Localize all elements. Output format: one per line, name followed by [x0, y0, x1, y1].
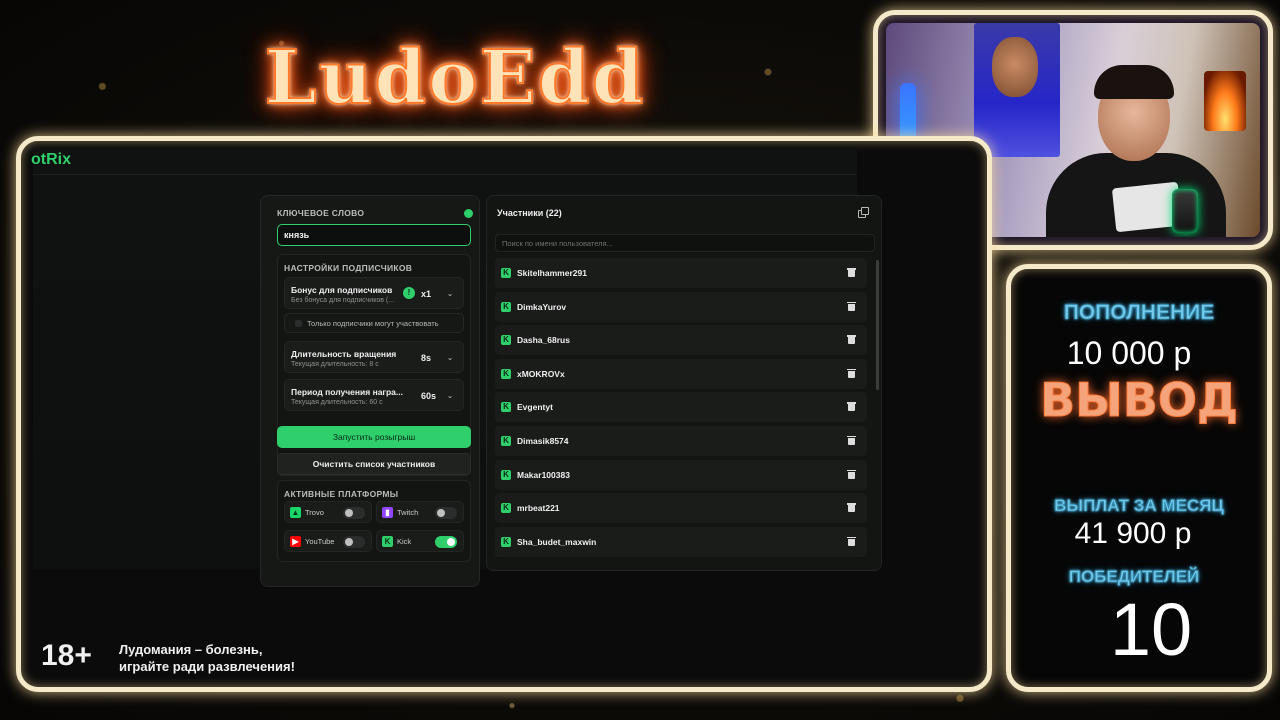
chevron-down-icon: ⌄ [447, 291, 453, 298]
start-giveaway-button[interactable]: Запустить розыгрыш [277, 426, 471, 448]
platform-kick: K Kick [376, 530, 464, 552]
keyword-input[interactable] [277, 224, 471, 246]
participant-row[interactable]: K Dasha_68rus [495, 325, 867, 356]
youtube-toggle[interactable] [343, 536, 365, 548]
trash-icon[interactable] [847, 469, 856, 479]
app-brand[interactable]: otRix [31, 151, 71, 169]
winners-label: ПОБЕДИТЕЛЕЙ [1068, 567, 1200, 587]
participant-row[interactable]: K Makar100383 [495, 459, 867, 490]
kick-icon: K [501, 503, 511, 514]
active-platforms: АКТИВНЫЕ ПЛАТФОРМЫ ▲ Trovo ▮ Twitch ▶ Yo… [277, 480, 471, 562]
kick-icon: K [501, 368, 511, 379]
subs-only-checkbox[interactable] [295, 320, 302, 327]
participant-name: xMOKROVx [517, 368, 565, 379]
participant-search-input[interactable] [495, 234, 875, 252]
kick-icon: K [501, 268, 511, 278]
participant-name: Skitelhammer291 [517, 268, 587, 278]
channel-logo: LudoEdd [264, 34, 646, 122]
participant-row[interactable]: K DimkaYurov [495, 291, 867, 322]
participant-name: Sha_budet_maxwin [517, 536, 597, 547]
trash-icon[interactable] [847, 368, 856, 378]
participant-name: Makar100383 [517, 469, 570, 480]
clear-participants-button[interactable]: Очистить список участников [277, 453, 471, 475]
info-icon[interactable] [464, 208, 473, 218]
keyword-label: КЛЮЧЕВОЕ СЛОВО [277, 208, 365, 218]
participant-name: Dasha_68rus [517, 335, 570, 346]
kick-icon: K [382, 536, 393, 547]
gambling-warning: Лудомания – болезнь, играйте ради развле… [119, 642, 295, 674]
kick-icon: K [501, 301, 511, 312]
participant-name: Evgentyt [517, 402, 553, 413]
trash-icon[interactable] [847, 536, 856, 546]
participant-row[interactable]: Kmrbeat221 [495, 493, 867, 524]
trash-icon[interactable] [847, 301, 856, 311]
participant-row[interactable]: K Dimasik8574 [495, 425, 867, 456]
subscriber-settings-title: НАСТРОЙКИ ПОДПИСЧИКОВ [284, 263, 413, 273]
bonus-row: Бонус для подписчиков Без бонуса для под… [284, 277, 464, 309]
participants-panel: Участники (22) K Skitelhammer291 K DimkaYur… [486, 195, 882, 571]
settings-panel: КЛЮЧЕВОЕ СЛОВО НАСТРОЙКИ ПОДПИСЧИКОВ Бон… [260, 195, 480, 587]
info-icon[interactable]: ! [403, 287, 415, 299]
app-topbar: otRix [31, 149, 857, 175]
trash-icon[interactable] [847, 435, 856, 445]
youtube-icon: ▶ [290, 536, 301, 547]
participant-list: K Skitelhammer291 K DimkaYurov K Dasha_68rus K… [495, 258, 867, 560]
microphone [1172, 189, 1198, 233]
participant-row[interactable]: K Skitelhammer291 [495, 258, 867, 288]
streamer [1036, 65, 1236, 237]
participant-row[interactable]: KxMOKROVx [495, 358, 867, 389]
kick-icon: K [501, 335, 511, 346]
scrollbar[interactable] [876, 260, 879, 390]
participant-name: Dimasik8574 [517, 435, 569, 446]
payouts-value: 41 900 р [1074, 517, 1192, 550]
trash-icon[interactable] [847, 268, 856, 277]
age-badge: 18+ [41, 639, 92, 672]
twitch-icon: ▮ [382, 507, 393, 518]
kick-toggle[interactable] [435, 536, 457, 548]
participants-title: Участники (22) [497, 208, 562, 218]
deposit-label: ПОПОЛНЕНИЕ [1063, 301, 1215, 325]
platforms-title: АКТИВНЫЕ ПЛАТФОРМЫ [284, 489, 399, 499]
kick-icon: K [501, 536, 511, 547]
kick-icon: K [501, 435, 511, 446]
kick-icon: K [501, 402, 511, 413]
platform-twitch: ▮ Twitch [376, 501, 464, 523]
participant-name: mrbeat221 [517, 503, 560, 514]
trash-icon[interactable] [847, 402, 856, 412]
trash-icon[interactable] [847, 335, 856, 345]
payouts-label: ВЫПЛАТ ЗА МЕСЯЦ [1054, 496, 1224, 516]
giveaway-app: otRix КЛЮЧЕВОЕ СЛОВО НАСТРОЙКИ ПОДПИСЧИК… [31, 149, 882, 587]
trovo-icon: ▲ [290, 507, 301, 518]
twitch-toggle[interactable] [435, 507, 457, 519]
platform-trovo: ▲ Trovo [284, 501, 372, 523]
kick-icon: K [501, 469, 511, 480]
platform-youtube: ▶ YouTube [284, 530, 372, 552]
spin-duration-row: Длительность вращения Текущая длительнос… [284, 341, 464, 373]
winners-value: 10 [1109, 588, 1193, 671]
chevron-down-icon: ⌄ [447, 355, 453, 362]
deposit-value: 10 000 р [1066, 335, 1192, 371]
stats-panel: ПОПОЛНЕНИЕ 10 000 р ВЫВОД ВЫПЛАТ ЗА МЕСЯ… [1006, 264, 1272, 692]
copy-icon[interactable] [857, 206, 871, 220]
screen-capture-frame: otRix КЛЮЧЕВОЕ СЛОВО НАСТРОЙКИ ПОДПИСЧИК… [16, 136, 992, 692]
trovo-toggle[interactable] [343, 507, 365, 519]
withdraw-label: ВЫВОД [1040, 373, 1239, 428]
spin-duration-select[interactable]: 8s ⌄ [417, 349, 457, 367]
trash-icon[interactable] [847, 503, 856, 513]
participant-row[interactable]: K Evgentyt [495, 392, 867, 423]
participant-name: DimkaYurov [517, 301, 567, 312]
chevron-down-icon: ⌄ [447, 393, 453, 400]
bonus-select[interactable]: x1 ⌄ [417, 285, 457, 303]
reward-period-row: Период получения награ... Текущая длител… [284, 379, 464, 411]
reward-period-select[interactable]: 60s ⌄ [417, 387, 457, 405]
participant-row[interactable]: K Sha_budet_maxwin [495, 526, 867, 557]
subs-only-checkbox-row[interactable]: Только подписчики могут участвовать [284, 313, 464, 333]
